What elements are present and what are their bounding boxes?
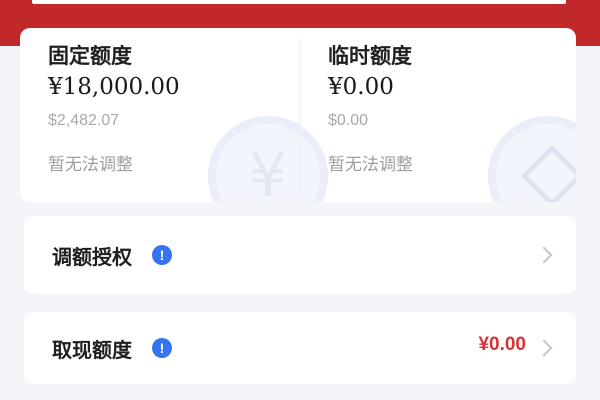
chevron-right-icon (535, 339, 553, 357)
header-panel-edge (32, 0, 566, 4)
limit-authorization-row[interactable]: 调额授权 ! (24, 216, 576, 294)
temporary-limit-section: 临时额度 ¥0.00 $0.00 暂无法调整 (300, 28, 576, 202)
temporary-limit-note: 暂无法调整 (328, 155, 413, 175)
info-icon[interactable]: ! (152, 338, 172, 358)
temporary-limit-amount: ¥0.00 (328, 74, 394, 100)
cash-limit-label: 取现额度 (52, 338, 132, 362)
diamond-coin-icon (488, 116, 576, 202)
info-icon[interactable]: ! (152, 245, 172, 265)
temporary-limit-title: 临时额度 (328, 44, 412, 68)
chevron-right-icon (535, 246, 553, 264)
credit-limits-card: ¥ 固定额度 ¥18,000.00 $2,482.07 暂无法调整 临时额度 ¥… (20, 28, 576, 202)
cash-limit-value: ¥0.00 (478, 334, 526, 355)
fixed-limit-section: ¥ 固定额度 ¥18,000.00 $2,482.07 暂无法调整 (20, 28, 328, 202)
fixed-limit-title: 固定额度 (48, 44, 132, 68)
fixed-limit-usd: $2,482.07 (48, 112, 120, 129)
temporary-limit-usd: $0.00 (328, 112, 369, 129)
cash-limit-row[interactable]: 取现额度 ! ¥0.00 (24, 312, 576, 384)
limit-authorization-label: 调额授权 (52, 245, 132, 269)
fixed-limit-note: 暂无法调整 (48, 155, 133, 175)
fixed-limit-amount: ¥18,000.00 (48, 74, 180, 100)
